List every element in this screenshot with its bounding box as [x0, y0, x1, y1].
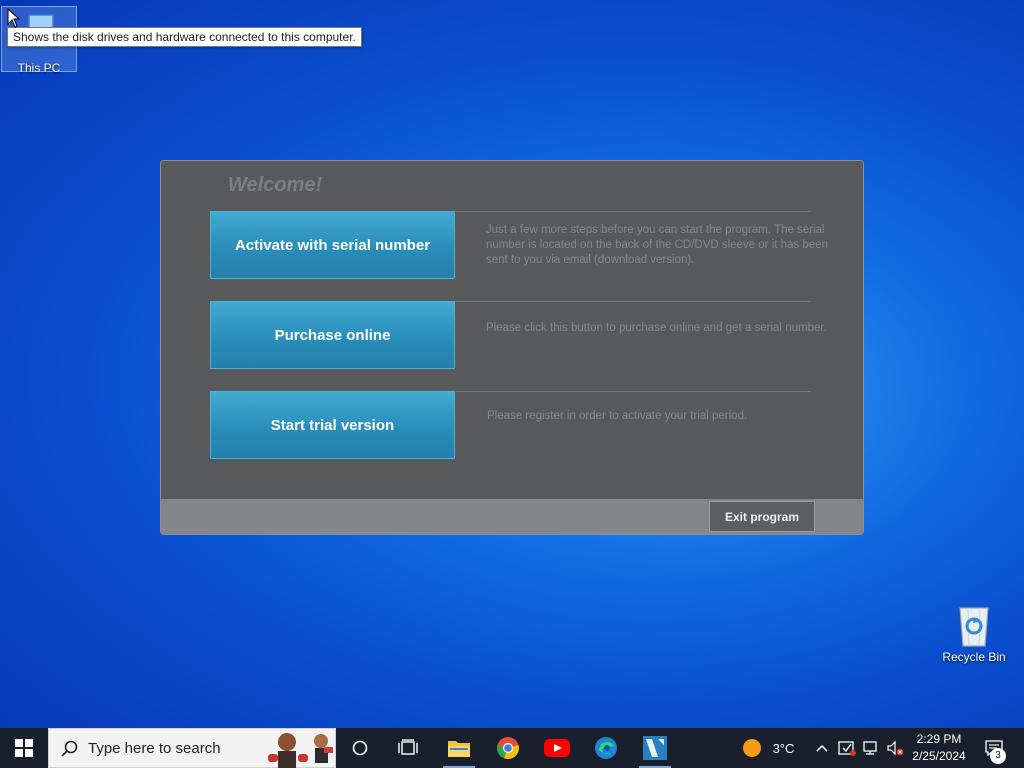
clock[interactable]: 2:29 PM 2/25/2024	[904, 731, 974, 765]
start-trial-button[interactable]: Start trial version	[210, 391, 455, 459]
trial-description: Please register in order to activate you…	[487, 410, 748, 422]
boxer-illustration-icon	[268, 733, 308, 768]
edge-button[interactable]	[584, 728, 628, 768]
welcome-heading: Welcome!	[228, 174, 323, 196]
recycle-bin-label: Recycle Bin	[942, 650, 1006, 664]
activate-serial-button[interactable]: Activate with serial number	[210, 211, 455, 279]
clock-time: 2:29 PM	[916, 732, 962, 746]
start-button[interactable]	[0, 728, 48, 768]
exit-program-button[interactable]: Exit program	[709, 501, 815, 532]
purchase-description: Please click this button to purchase onl…	[486, 322, 827, 334]
purchase-online-button[interactable]: Purchase online	[210, 301, 455, 369]
edge-icon	[595, 737, 617, 759]
chrome-button[interactable]	[486, 728, 530, 768]
taskbar: Type here to search 3°C 2:29 PM 2/25/202…	[0, 728, 1024, 768]
this-pc-tooltip: Shows the disk drives and hardware conne…	[7, 27, 362, 47]
defender-icon	[838, 741, 856, 756]
notification-count-badge: 3	[990, 748, 1006, 764]
activate-description: Just a few more steps before you can sta…	[486, 224, 828, 266]
volume-muted-icon	[887, 740, 904, 756]
sun-icon	[742, 739, 761, 757]
clock-date: 2/25/2024	[912, 749, 966, 763]
app-icon	[643, 736, 667, 760]
chevron-up-icon	[816, 744, 828, 752]
network-tray-button[interactable]	[860, 728, 882, 768]
file-explorer-icon	[448, 741, 470, 757]
recycle-bin-icon	[959, 607, 989, 647]
task-view-button[interactable]	[388, 728, 428, 768]
separator	[455, 211, 811, 212]
activation-dialog: Welcome! Activate with serial number Jus…	[160, 160, 864, 535]
security-tray-button[interactable]	[836, 728, 858, 768]
chrome-icon	[497, 737, 519, 760]
separator	[455, 391, 811, 392]
recycle-bin-shortcut[interactable]: Recycle Bin	[936, 600, 1012, 672]
cortana-button[interactable]	[340, 728, 380, 768]
search-icon	[61, 740, 78, 757]
youtube-button[interactable]	[535, 728, 579, 768]
separator	[455, 301, 811, 302]
windows-logo-icon	[15, 739, 33, 757]
show-hidden-icons-button[interactable]	[812, 728, 832, 768]
dialog-footer: Exit program	[161, 499, 863, 534]
desktop: This PC Recycle Bin Shows the disk drive…	[0, 0, 1024, 728]
app-button[interactable]	[633, 728, 677, 768]
mouse-cursor-icon	[7, 8, 21, 28]
network-icon	[863, 741, 877, 755]
weather-temperature: 3°C	[772, 740, 795, 756]
search-placeholder: Type here to search	[88, 740, 221, 757]
file-explorer-button[interactable]	[437, 728, 481, 768]
youtube-icon	[544, 739, 570, 757]
cortana-icon	[352, 740, 368, 756]
weather-widget[interactable]: 3°C	[737, 728, 799, 768]
volume-tray-button[interactable]	[884, 728, 906, 768]
this-pc-label: This PC	[17, 61, 61, 75]
task-view-icon	[398, 739, 418, 755]
